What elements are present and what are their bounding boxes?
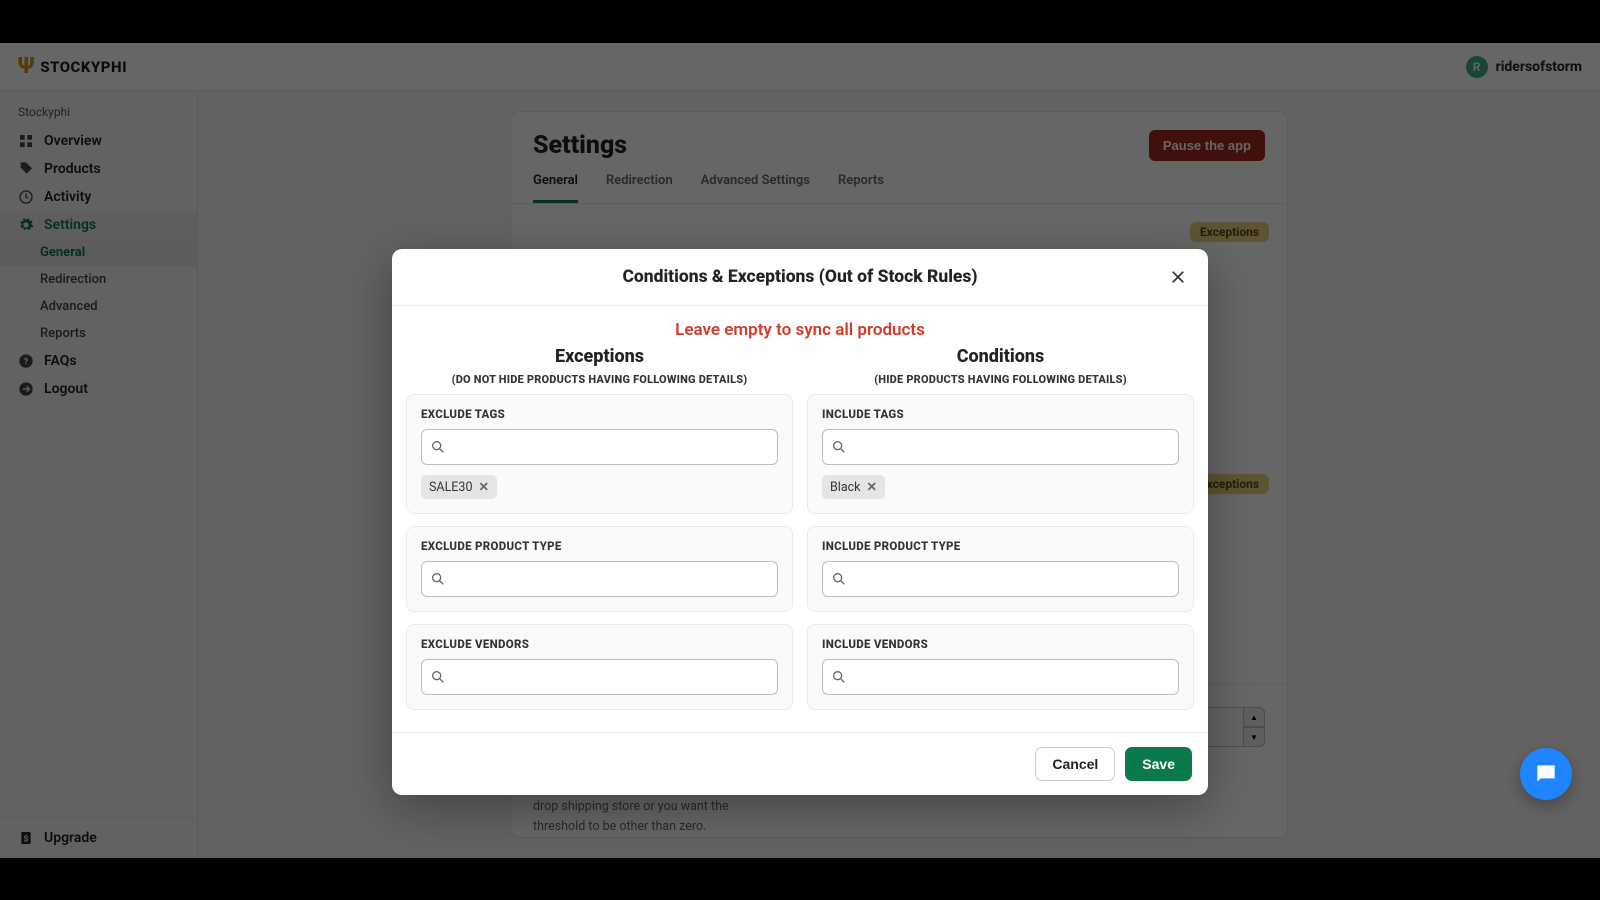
include-ptype-label: INCLUDE PRODUCT TYPE bbox=[822, 539, 1179, 553]
include-tags-input[interactable] bbox=[822, 429, 1179, 465]
include-vendors-card: INCLUDE VENDORS bbox=[807, 624, 1194, 710]
include-tag-chip: Black ✕ bbox=[822, 475, 885, 499]
exclude-tags-label: EXCLUDE TAGS bbox=[421, 407, 778, 421]
exclude-vendors-card: EXCLUDE VENDORS bbox=[406, 624, 793, 710]
conditions-modal: Conditions & Exceptions (Out of Stock Ru… bbox=[392, 249, 1208, 795]
chat-icon bbox=[1533, 761, 1559, 787]
chat-fab[interactable] bbox=[1520, 748, 1572, 800]
modal-title: Conditions & Exceptions (Out of Stock Ru… bbox=[412, 267, 1188, 287]
exclude-tags-card: EXCLUDE TAGS SALE30 ✕ bbox=[406, 394, 793, 514]
exclude-vendors-label: EXCLUDE VENDORS bbox=[421, 637, 778, 651]
app-frame: Ψ STOCKYPHI R ridersofstorm Stockyphi Ov… bbox=[0, 43, 1600, 858]
include-vendors-label: INCLUDE VENDORS bbox=[822, 637, 1179, 651]
chip-remove-icon[interactable]: ✕ bbox=[867, 479, 877, 495]
exclude-ptype-label: EXCLUDE PRODUCT TYPE bbox=[421, 539, 778, 553]
exceptions-column: Exceptions (DO NOT HIDE PRODUCTS HAVING … bbox=[406, 346, 793, 722]
modal-note: Leave empty to sync all products bbox=[392, 306, 1208, 346]
exclude-tags-input[interactable] bbox=[421, 429, 778, 465]
chip-remove-icon[interactable]: ✕ bbox=[478, 479, 488, 495]
close-icon[interactable] bbox=[1164, 263, 1192, 291]
include-ptype-input[interactable] bbox=[822, 561, 1179, 597]
include-product-type-card: INCLUDE PRODUCT TYPE bbox=[807, 526, 1194, 612]
include-vendors-input[interactable] bbox=[822, 659, 1179, 695]
exceptions-title: Exceptions bbox=[406, 346, 793, 367]
save-button[interactable]: Save bbox=[1125, 747, 1192, 781]
cancel-button[interactable]: Cancel bbox=[1035, 747, 1115, 781]
conditions-column: Conditions (HIDE PRODUCTS HAVING FOLLOWI… bbox=[807, 346, 1194, 722]
conditions-title: Conditions bbox=[807, 346, 1194, 367]
exclude-vendors-input[interactable] bbox=[421, 659, 778, 695]
exclude-tag-chip: SALE30 ✕ bbox=[421, 475, 497, 499]
include-tags-card: INCLUDE TAGS Black ✕ bbox=[807, 394, 1194, 514]
include-tags-label: INCLUDE TAGS bbox=[822, 407, 1179, 421]
exceptions-subtitle: (DO NOT HIDE PRODUCTS HAVING FOLLOWING D… bbox=[406, 373, 793, 386]
conditions-subtitle: (HIDE PRODUCTS HAVING FOLLOWING DETAILS) bbox=[807, 373, 1194, 386]
exclude-product-type-card: EXCLUDE PRODUCT TYPE bbox=[406, 526, 793, 612]
exclude-ptype-input[interactable] bbox=[421, 561, 778, 597]
